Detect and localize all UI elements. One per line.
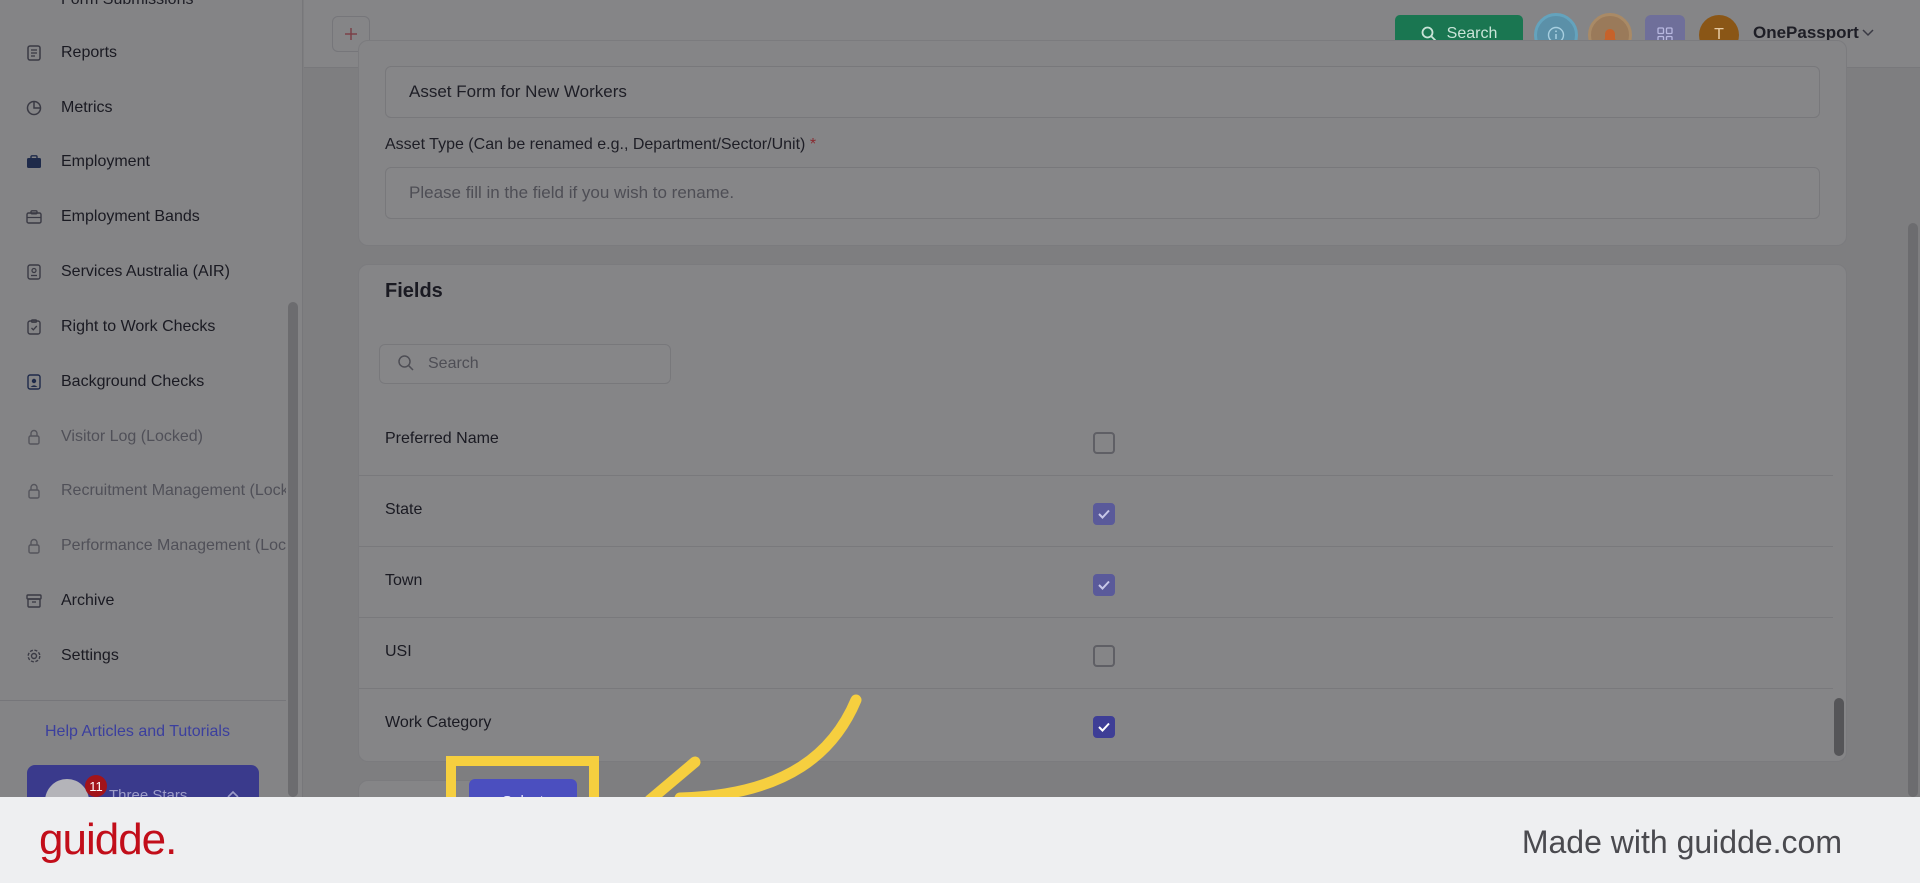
organization-logo <box>45 779 89 797</box>
check-icon <box>1098 509 1110 519</box>
field-name: State <box>385 501 423 518</box>
sidebar-item-metrics[interactable]: Metrics <box>26 93 113 123</box>
id-card-icon <box>26 264 42 280</box>
sidebar-item-reports[interactable]: Reports <box>26 38 117 68</box>
gear-icon <box>26 648 42 664</box>
pie-chart-icon <box>26 100 42 116</box>
sidebar-item-label: Employment <box>61 153 150 170</box>
field-checkbox[interactable] <box>1093 432 1115 454</box>
briefcase-outline-icon <box>26 209 42 225</box>
asset-type-input[interactable]: Please fill in the field if you wish to … <box>385 167 1820 219</box>
chevron-down-icon[interactable] <box>1862 24 1874 42</box>
lock-icon <box>26 538 42 554</box>
check-icon <box>1098 580 1110 590</box>
document-user-icon <box>26 374 42 390</box>
field-name: Town <box>385 572 423 589</box>
field-row-usi: USI <box>359 618 1833 689</box>
sidebar-item-employment-bands[interactable]: Employment Bands <box>26 202 200 232</box>
lock-icon <box>26 429 42 445</box>
sidebar-item-performance-management[interactable]: Performance Management (Locked) <box>26 531 286 561</box>
clipboard-check-icon <box>26 319 42 335</box>
sidebar-item-archive[interactable]: Archive <box>26 586 114 616</box>
field-name: Work Category <box>385 714 492 731</box>
sidebar-divider <box>0 700 286 701</box>
organization-switcher[interactable]: 11 Three Stars <box>27 765 259 797</box>
asset-type-label-text: Asset Type (Can be renamed e.g., Departm… <box>385 136 806 153</box>
sidebar-item-employment[interactable]: Employment <box>26 147 150 177</box>
field-checkbox[interactable] <box>1093 645 1115 667</box>
pointer-arrow-icon <box>644 694 862 800</box>
sidebar: Form Submissions Reports Metrics Employm… <box>0 0 303 797</box>
main-scrollbar[interactable] <box>1908 223 1918 797</box>
required-marker: * <box>809 136 817 153</box>
sidebar-item-background-checks[interactable]: Background Checks <box>26 367 204 397</box>
guidde-logo: guidde. <box>39 815 177 864</box>
sidebar-item-recruitment-management[interactable]: Recruitment Management (Locked) <box>26 476 286 506</box>
sidebar-item-label: Background Checks <box>61 373 205 390</box>
sidebar-item-right-to-work[interactable]: Right to Work Checks <box>26 312 215 342</box>
sidebar-scrollbar[interactable] <box>288 302 298 797</box>
sidebar-item-label: Employment Bands <box>61 208 200 225</box>
sidebar-item-visitor-log[interactable]: Visitor Log (Locked) <box>26 422 203 452</box>
field-row-preferred-name: Preferred Name <box>359 405 1833 476</box>
sidebar-item-label: Archive <box>61 592 115 609</box>
footer-credit: Made with guidde.com <box>1521 824 1842 860</box>
field-row-town: Town <box>359 547 1833 618</box>
sidebar-item-label: Right to Work Checks <box>61 318 216 335</box>
sidebar-item-label: Performance Management (Locked) <box>61 537 286 554</box>
lock-icon <box>26 483 42 499</box>
sidebar-item-services-australia[interactable]: Services Australia (AIR) <box>26 257 230 287</box>
sidebar-item-label: Services Australia (AIR) <box>61 263 230 280</box>
organization-name: Three Stars <box>109 787 188 797</box>
asset-type-label: Asset Type (Can be renamed e.g., Departm… <box>385 136 816 154</box>
sidebar-item-label: Recruitment Management (Locked) <box>61 482 286 499</box>
fields-title: Fields <box>385 280 443 302</box>
briefcase-icon <box>26 154 42 170</box>
sidebar-item-label: Visitor Log (Locked) <box>61 428 203 445</box>
sidebar-item-form-submissions[interactable]: Form Submissions <box>61 0 193 9</box>
check-icon <box>1098 722 1110 732</box>
help-articles-link[interactable]: Help Articles and Tutorials <box>45 723 230 741</box>
field-checkbox[interactable] <box>1093 716 1115 738</box>
field-name: USI <box>385 643 412 660</box>
plus-icon <box>345 28 357 40</box>
field-row-state: State <box>359 476 1833 547</box>
asset-form-name-input[interactable]: Asset Form for New Workers <box>385 66 1820 118</box>
sidebar-item-settings[interactable]: Settings <box>26 641 119 671</box>
field-checkbox[interactable] <box>1093 503 1115 525</box>
field-row-work-category: Work Category <box>359 689 1833 760</box>
field-checkbox[interactable] <box>1093 574 1115 596</box>
report-icon <box>26 45 42 61</box>
notification-badge: 11 <box>85 775 107 797</box>
fields-scrollbar[interactable] <box>1834 698 1844 756</box>
sidebar-nav: Form Submissions Reports Metrics Employm… <box>0 0 286 797</box>
sidebar-item-label: Reports <box>61 44 118 61</box>
fields-search-input[interactable]: Search <box>379 344 671 384</box>
field-name: Preferred Name <box>385 430 499 447</box>
sidebar-item-label: Metrics <box>61 99 113 116</box>
chevron-up-icon <box>227 787 239 797</box>
search-icon <box>397 354 415 377</box>
sidebar-item-label: Settings <box>61 647 119 664</box>
archive-icon <box>26 593 42 609</box>
